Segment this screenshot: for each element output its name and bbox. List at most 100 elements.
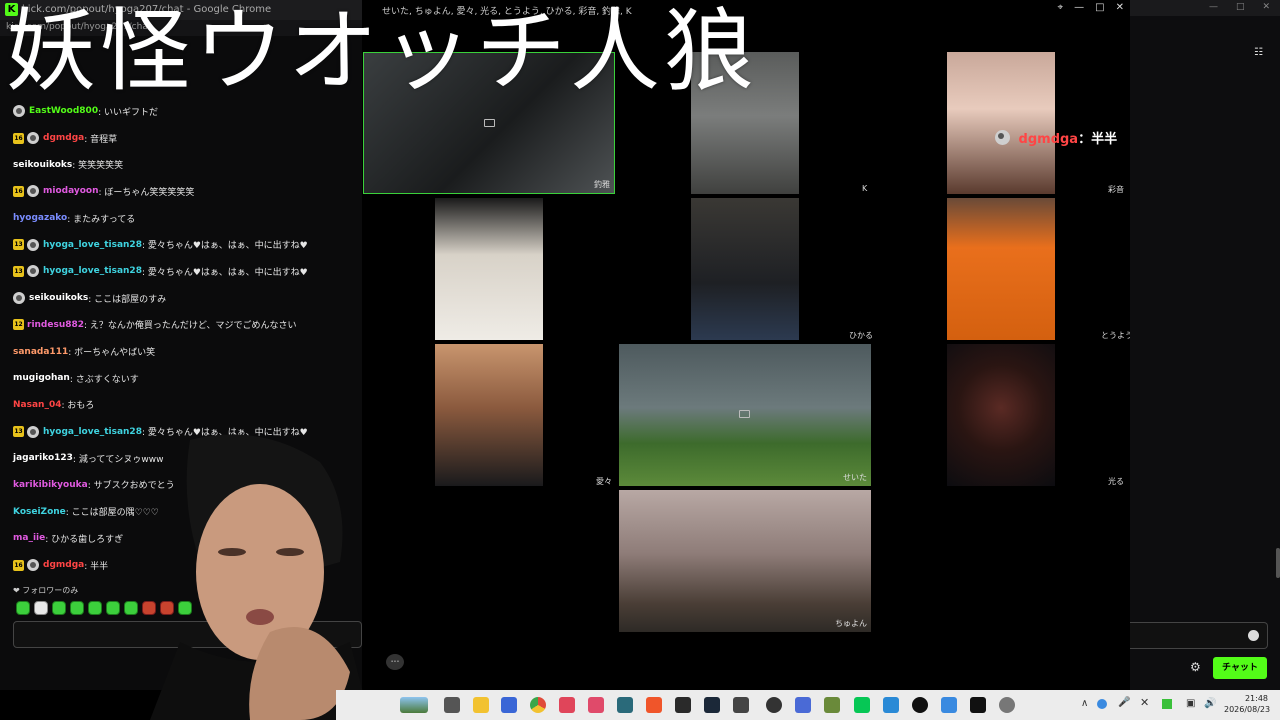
og-badge-icon: [995, 130, 1010, 145]
chat-text: : おもろ: [61, 401, 95, 412]
tray-icon[interactable]: [1162, 699, 1172, 709]
participant-tile[interactable]: [691, 198, 799, 340]
emote-icon[interactable]: [106, 601, 120, 615]
chat-username[interactable]: hyoga_love_tisan28: [43, 266, 142, 276]
chat-text: : ひかる歯しろすぎ: [45, 534, 124, 545]
chat-username[interactable]: Nasan_04: [13, 400, 61, 410]
chat-text: : 半半: [84, 561, 109, 572]
app-icon[interactable]: [941, 697, 957, 713]
participant-name: せいた: [843, 473, 867, 482]
chat-username[interactable]: dgmdga: [43, 133, 84, 143]
tiktok-icon[interactable]: [588, 697, 604, 713]
app-icon[interactable]: [617, 697, 633, 713]
network-icon[interactable]: ▣: [1186, 698, 1195, 709]
chat-username[interactable]: jagariko123: [13, 453, 73, 463]
chat-message: hyogazako: またみすってる: [0, 205, 362, 232]
chat-username[interactable]: seikouikoks: [29, 293, 88, 303]
chat-message: 16 dgmdga: 音程草: [0, 125, 362, 152]
app-icon[interactable]: [883, 697, 899, 713]
task-view-icon[interactable]: [444, 697, 460, 713]
minecraft-icon[interactable]: [824, 697, 840, 713]
maximize-icon[interactable]: □: [1236, 2, 1245, 12]
chat-username[interactable]: miodayoon: [43, 186, 99, 196]
chat-username[interactable]: hyoga_love_tisan28: [43, 427, 142, 437]
side-window-titlebar[interactable]: — □ ✕: [1130, 0, 1280, 16]
og-badge-icon: [27, 132, 39, 145]
chat-username[interactable]: rindesu882: [27, 320, 84, 330]
close-icon[interactable]: ✕: [1116, 2, 1124, 13]
clock[interactable]: 21:48 2026/08/23: [1224, 693, 1270, 715]
side-window-controls: — □ ✕: [1209, 2, 1270, 12]
app-icon[interactable]: [970, 697, 986, 713]
gear-icon[interactable]: ⚙: [1190, 660, 1201, 674]
chat-username[interactable]: seikouikoks: [13, 160, 72, 170]
chat-text: : 笑笑笑笑笑: [72, 161, 124, 172]
pin-icon[interactable]: ⌖: [1058, 2, 1064, 13]
chat-username[interactable]: dgmdga: [43, 560, 84, 570]
participant-tile[interactable]: [435, 344, 543, 486]
close-icon[interactable]: ✕: [1140, 696, 1149, 709]
obs-icon[interactable]: [766, 697, 782, 713]
subscriber-badge-icon: 16: [13, 132, 24, 144]
participant-tile[interactable]: [435, 198, 543, 340]
participant-name: ちゅよん: [835, 619, 867, 628]
scrollbar[interactable]: [1276, 548, 1280, 578]
chat-text: : 愛々ちゃん♥はぁ、はぁ、中に出すね♥: [141, 267, 308, 278]
participant-tile[interactable]: [947, 344, 1055, 486]
app-icon[interactable]: [675, 697, 691, 713]
steam-icon[interactable]: [704, 697, 720, 713]
minimize-icon[interactable]: —: [1074, 2, 1084, 13]
tray-chevron-icon[interactable]: ∧: [1081, 698, 1088, 709]
participant-tile[interactable]: [947, 198, 1055, 340]
chat-text: : え？なんか俺買ったんだけど、マジでごめんなさい: [84, 321, 297, 332]
emote-icon[interactable]: [70, 601, 84, 615]
emote-icon[interactable]: [52, 601, 66, 615]
emote-icon[interactable]: [88, 601, 102, 615]
app-icon[interactable]: [795, 697, 811, 713]
chat-send-button[interactable]: チャット: [1213, 657, 1267, 679]
participant-name: 愛々: [596, 477, 612, 486]
emoji-icon[interactable]: [1248, 630, 1259, 641]
line-icon[interactable]: [854, 697, 870, 713]
volume-icon[interactable]: 🔊: [1204, 698, 1216, 709]
subscriber-badge-icon: 13: [13, 239, 24, 251]
maximize-icon[interactable]: □: [1095, 2, 1104, 13]
settings-icon[interactable]: [999, 697, 1015, 713]
close-icon[interactable]: ✕: [1262, 2, 1270, 12]
users-icon[interactable]: ☷: [1254, 47, 1266, 58]
participant-tile[interactable]: せいた: [619, 344, 871, 486]
subscriber-badge-icon: 16: [13, 559, 24, 571]
chat-username[interactable]: ma_iie: [13, 533, 45, 543]
side-chat-input[interactable]: [1130, 622, 1268, 649]
chat-username[interactable]: mugigohan: [13, 373, 70, 383]
participant-name: ひかる: [849, 331, 873, 340]
microphone-icon[interactable]: 🎤: [1118, 697, 1130, 708]
screen: K kick.com/popout/hyoga207/chat - Google…: [0, 0, 1280, 720]
chat-message: 13 hyoga_love_tisan28: 愛々ちゃん♥はぁ、はぁ、中に出すね♥: [0, 231, 362, 258]
participant-tile[interactable]: [947, 52, 1055, 194]
chat-username[interactable]: sanada111: [13, 347, 68, 357]
app-icon[interactable]: [733, 697, 749, 713]
tray-icon[interactable]: [1097, 699, 1107, 709]
brave-icon[interactable]: [646, 697, 662, 713]
chat-message: seikouikoks: 笑笑笑笑笑: [0, 151, 362, 178]
unreal-icon[interactable]: [912, 697, 928, 713]
chat-username[interactable]: hyoga_love_tisan28: [43, 240, 142, 250]
chat-username[interactable]: KoseiZone: [13, 507, 66, 517]
emote-icon[interactable]: [34, 601, 48, 615]
emote-icon[interactable]: [16, 601, 30, 615]
camera-icon: [739, 410, 750, 418]
chat-username[interactable]: hyogazako: [13, 213, 67, 223]
chat-username[interactable]: karikibikyouka: [13, 480, 88, 490]
line-chat-icon[interactable]: •••: [386, 654, 404, 670]
participant-tile[interactable]: ちゅよん: [619, 490, 871, 632]
chrome-icon[interactable]: [530, 697, 546, 713]
file-explorer-icon[interactable]: [473, 697, 489, 713]
app-icon[interactable]: [559, 697, 575, 713]
participant-name: 釣雅: [594, 180, 610, 189]
emote-icon[interactable]: [124, 601, 138, 615]
mountain-widget-icon[interactable]: [400, 697, 428, 713]
app-icon[interactable]: [501, 697, 517, 713]
minimize-icon[interactable]: —: [1209, 2, 1218, 12]
chat-text: : ここは部屋の隅♡♡♡: [65, 508, 159, 519]
